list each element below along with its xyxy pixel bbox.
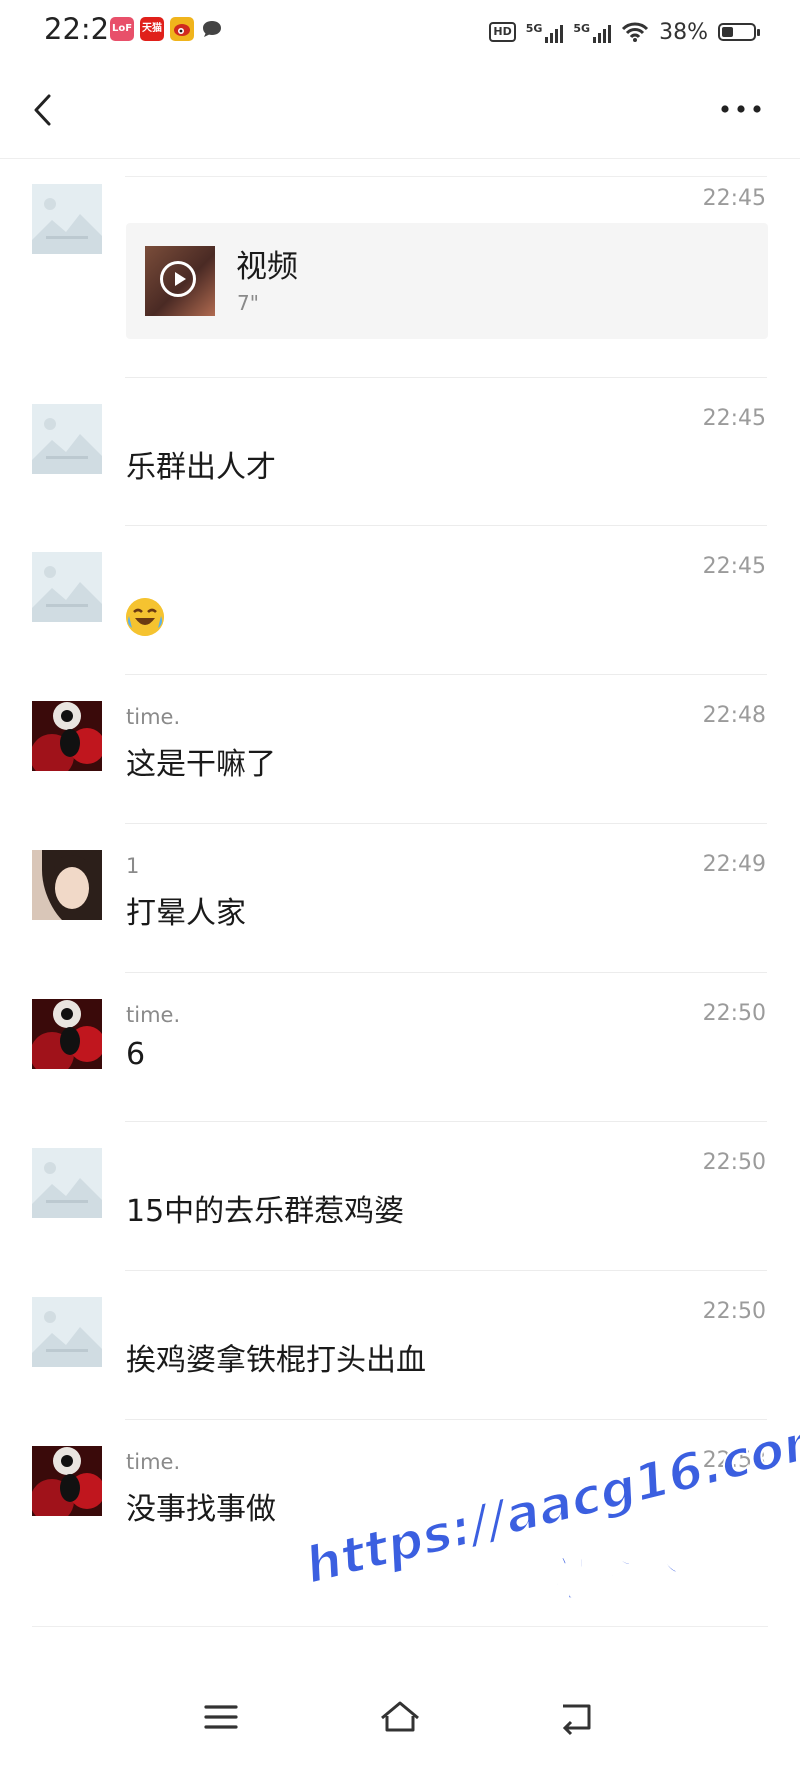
back-return-icon[interactable] (553, 1692, 603, 1742)
message-time: 22:50 (702, 1150, 766, 1175)
battery-percent: 38% (659, 19, 708, 45)
system-nav-bar (0, 1680, 800, 1760)
message-text: 这是干嘛了 (126, 747, 276, 782)
tmall-icon: 天猫 (140, 17, 164, 41)
back-arrow-icon[interactable] (24, 90, 64, 130)
message-time: 22:50 (702, 1001, 766, 1026)
message-time: 22:48 (702, 703, 766, 728)
sender-name: time. (126, 1450, 181, 1474)
play-icon (160, 261, 196, 297)
more-dots-icon[interactable] (716, 94, 766, 124)
divider (32, 1626, 768, 1627)
status-bar: 22:21 LoF 天猫 HD 5G 5G 38% (0, 0, 800, 64)
sender-name: time. (126, 705, 181, 729)
message-text: 挨鸡婆拿铁棍打头出血 (126, 1343, 426, 1378)
signal-icon: 5G (526, 21, 564, 43)
wifi-icon (622, 22, 649, 42)
lofter-icon: LoF (110, 17, 134, 41)
message-time: 22:45 (702, 554, 766, 579)
avatar[interactable] (32, 404, 102, 474)
weibo-icon (170, 17, 194, 41)
video-thumbnail (145, 246, 215, 316)
avatar[interactable] (32, 184, 102, 254)
message-item: 22:45 (0, 526, 800, 675)
message-time: 22:45 (702, 406, 766, 431)
chat-bubble-icon (200, 17, 224, 41)
message-time: 22:45 (702, 186, 766, 211)
message-text: 没事找事做 (126, 1492, 276, 1527)
message-item: 22:50 time. 6 (0, 973, 800, 1122)
video-duration: 7" (237, 291, 259, 315)
avatar[interactable] (32, 1446, 102, 1516)
avatar[interactable] (32, 999, 102, 1069)
message-item: 22:48 time. 这是干嘛了 (0, 675, 800, 824)
message-item: 22:50 挨鸡婆拿铁棍打头出血 (0, 1271, 800, 1420)
message-time: 22:50 (702, 1299, 766, 1324)
message-text: 乐群出人才 (126, 450, 276, 485)
video-title: 视频 (236, 249, 298, 285)
message-time: 22:53 (702, 1448, 766, 1473)
avatar[interactable] (32, 552, 102, 622)
message-item: 22:53 time. 没事找事做 (0, 1420, 800, 1569)
avatar[interactable] (32, 1148, 102, 1218)
message-time: 22:49 (702, 852, 766, 877)
avatar[interactable] (32, 1297, 102, 1367)
laughing-crying-emoji (126, 598, 164, 636)
top-nav (0, 64, 800, 159)
signal-icon-2: 5G (573, 21, 612, 43)
avatar[interactable] (32, 850, 102, 920)
message-item: 22:49 1 打晕人家 (0, 824, 800, 973)
battery-icon (718, 23, 760, 41)
message-text: 打晕人家 (126, 896, 246, 931)
home-icon[interactable] (375, 1692, 425, 1742)
video-message-card[interactable]: 视频 7" (126, 223, 768, 339)
message-item: 22:45 视频 7" (0, 158, 800, 378)
message-item: 22:45 乐群出人才 (0, 378, 800, 526)
sender-name: 1 (126, 854, 140, 878)
message-item: 22:50 15中的去乐群惹鸡婆 (0, 1122, 800, 1271)
menu-icon[interactable] (196, 1692, 246, 1742)
message-text: 15中的去乐群惹鸡婆 (126, 1194, 405, 1229)
message-text: 6 (126, 1037, 146, 1072)
avatar[interactable] (32, 701, 102, 771)
hd-icon: HD (489, 22, 516, 42)
status-indicators: HD 5G 5G 38% (489, 14, 760, 50)
sender-name: time. (126, 1003, 181, 1027)
